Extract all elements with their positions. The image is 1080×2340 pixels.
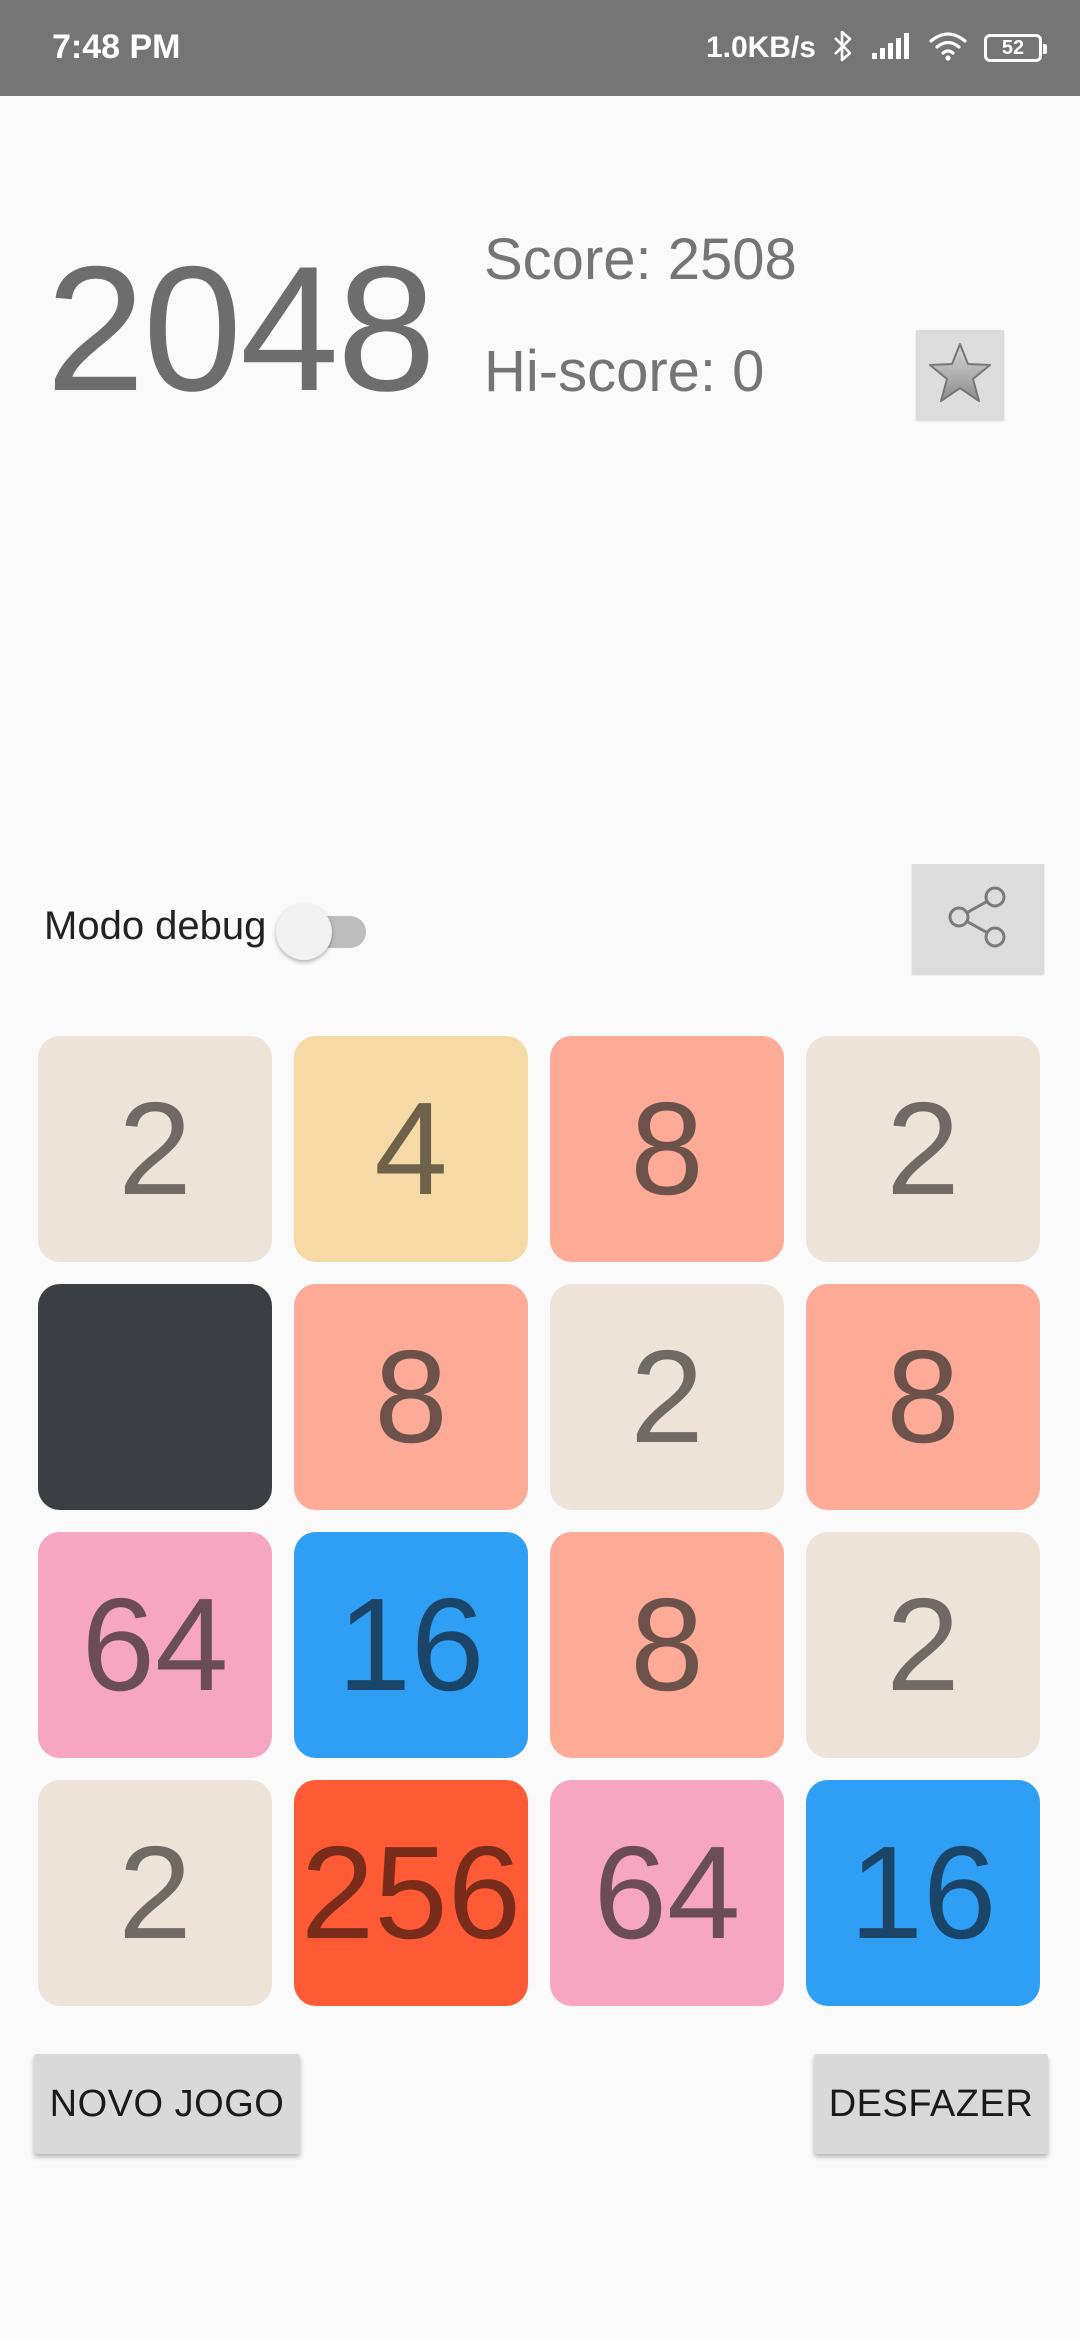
score-label: Score: 2508: [484, 227, 797, 292]
network-speed: 1.0KB/s: [705, 31, 816, 64]
tile-8: 8: [294, 1284, 528, 1510]
tile-16: 16: [806, 1780, 1040, 2006]
tile-2: 2: [550, 1284, 784, 1510]
status-bar: 7:48 PM 1.0KB/s 52: [0, 0, 1080, 96]
debug-mode-toggle[interactable]: [276, 904, 366, 960]
hiscore-label: Hi-score: 0: [484, 339, 765, 404]
toggle-thumb: [276, 904, 332, 960]
battery-icon: 52: [984, 34, 1047, 62]
share-icon: [943, 882, 1013, 957]
status-icons: 1.0KB/s 52: [705, 26, 1047, 70]
undo-button[interactable]: DESFAZER: [814, 2054, 1048, 2154]
tile-4: 4: [294, 1036, 528, 1262]
tile-2: 2: [806, 1532, 1040, 1758]
tile-8: 8: [806, 1284, 1040, 1510]
tile-2: 2: [806, 1036, 1040, 1262]
tile-256: 256: [294, 1780, 528, 2006]
tile-8: 8: [550, 1532, 784, 1758]
tile-blocked: [38, 1284, 272, 1510]
tile-16: 16: [294, 1532, 528, 1758]
tile-64: 64: [550, 1780, 784, 2006]
signal-icon: [870, 31, 912, 66]
battery-level: 52: [1001, 36, 1025, 59]
leaderboard-button[interactable]: [916, 330, 1004, 420]
debug-mode-label: Modo debug: [44, 904, 267, 948]
tile-64: 64: [38, 1532, 272, 1758]
bluetooth-icon: [832, 29, 854, 68]
tile-2: 2: [38, 1036, 272, 1262]
tile-2: 2: [38, 1780, 272, 2006]
share-button[interactable]: [912, 864, 1044, 974]
star-icon: [927, 341, 993, 410]
status-time: 7:48 PM: [52, 28, 181, 66]
game-title: 2048: [46, 229, 436, 428]
new-game-button[interactable]: NOVO JOGO: [34, 2054, 300, 2154]
wifi-icon: [928, 30, 968, 67]
tile-8: 8: [550, 1036, 784, 1262]
